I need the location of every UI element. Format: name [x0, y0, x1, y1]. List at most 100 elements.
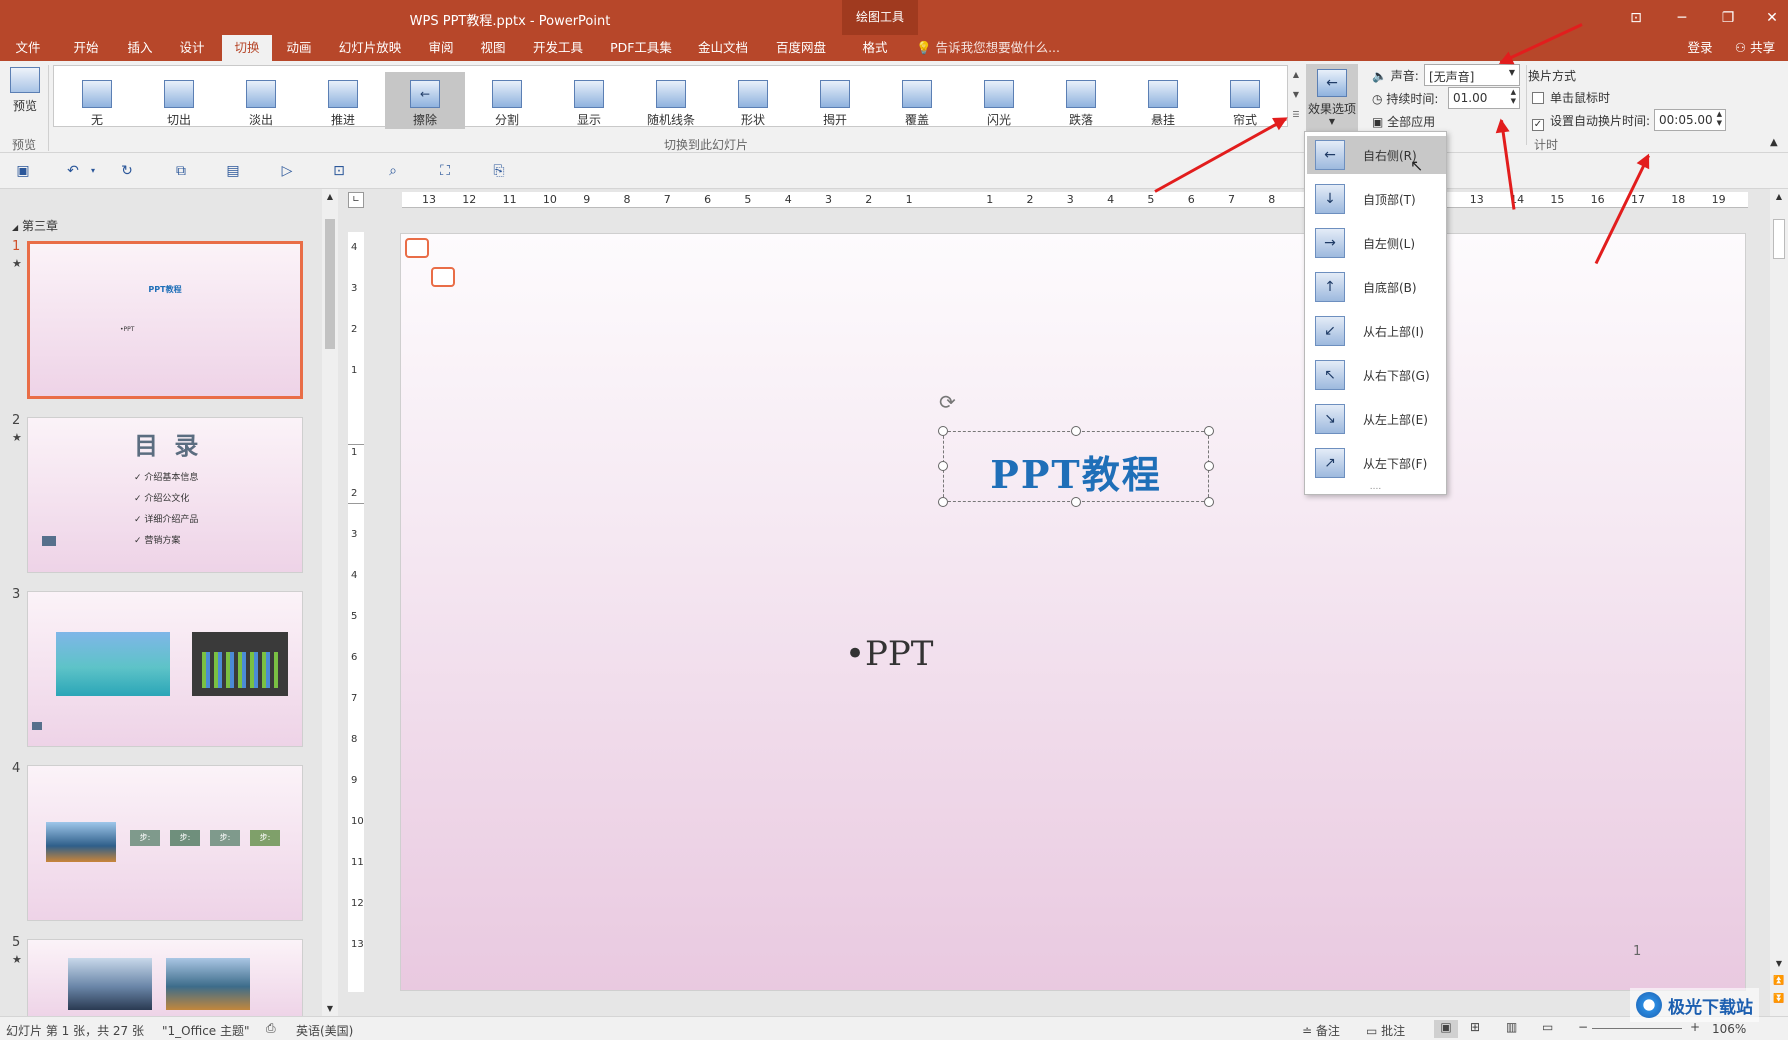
layout-icon[interactable]: ▤: [224, 162, 242, 180]
next-slide-icon[interactable]: ⏬: [1770, 994, 1788, 1004]
undo-icon[interactable]: ↶: [64, 162, 82, 180]
resize-handle-tl[interactable]: [938, 426, 948, 436]
tab-kingsoft-docs[interactable]: 金山文档: [690, 35, 756, 61]
gallery-up-icon[interactable]: ▲: [1288, 65, 1304, 85]
after-time-checkbox[interactable]: ✓ 设置自动换片时间:: [1532, 112, 1650, 131]
language-indicator[interactable]: 英语(美国): [296, 1022, 353, 1039]
scroll-thumb[interactable]: [1773, 219, 1785, 259]
gallery-down-icon[interactable]: ▼: [1288, 85, 1304, 105]
slide-thumbnail-4[interactable]: 步: 步: 步: 步:: [27, 765, 303, 921]
menu-item-from-right[interactable]: ← 自右侧(R): [1307, 136, 1446, 174]
thumbnails-scrollbar[interactable]: ▲ ▼: [322, 189, 338, 1016]
share-button[interactable]: ⚇ 共享: [1728, 35, 1782, 61]
transition-reveal[interactable]: 显示: [549, 72, 629, 129]
effect-options-button[interactable]: ← 效果选项 ▼: [1306, 64, 1358, 136]
start-slideshow-icon[interactable]: ▷: [278, 162, 296, 180]
reading-view-icon[interactable]: ▥: [1506, 1020, 1517, 1034]
title-textbox[interactable]: PPT教程: [943, 431, 1209, 502]
transition-flash[interactable]: 闪光: [959, 72, 1039, 129]
tab-home[interactable]: 开始: [64, 35, 108, 61]
on-click-checkbox[interactable]: 单击鼠标时: [1532, 89, 1610, 106]
scroll-up-icon[interactable]: ▲: [322, 189, 338, 201]
slide-bullet[interactable]: •PPT: [845, 634, 934, 674]
resize-handle-bl[interactable]: [938, 497, 948, 507]
transition-wipe[interactable]: ← 擦除: [385, 72, 465, 129]
resize-handle-right[interactable]: [1204, 461, 1214, 471]
restore-button[interactable]: ❐: [1706, 0, 1750, 35]
undo-dropdown-icon[interactable]: ▾: [84, 162, 102, 180]
comment-icon[interactable]: [431, 267, 455, 287]
transition-random-bars[interactable]: 随机线条: [631, 72, 711, 129]
scroll-up-icon[interactable]: ▲: [1770, 189, 1788, 201]
tab-review[interactable]: 审阅: [418, 35, 464, 61]
resize-handle-left[interactable]: [938, 461, 948, 471]
slide-thumbnail-5[interactable]: [27, 939, 303, 1019]
comment-icon[interactable]: [405, 238, 429, 258]
close-button[interactable]: ✕: [1750, 0, 1788, 35]
spelling-check-icon[interactable]: ⎙: [266, 1021, 276, 1036]
tab-format[interactable]: 格式: [848, 35, 902, 61]
transition-split[interactable]: 分割: [467, 72, 547, 129]
tell-me-search[interactable]: 💡 告诉我您想要做什么...: [916, 35, 1066, 61]
after-time-spinner[interactable]: 00:05.00 ▲ ▼: [1654, 109, 1726, 131]
scroll-down-icon[interactable]: ▼: [1770, 959, 1788, 968]
scroll-down-icon[interactable]: ▼: [322, 1004, 338, 1013]
transition-none[interactable]: 无: [57, 72, 137, 129]
tab-stop-selector[interactable]: ∟: [348, 192, 364, 208]
tab-slideshow[interactable]: 幻灯片放映: [332, 35, 408, 61]
transition-fall-over[interactable]: 跌落: [1041, 72, 1121, 129]
tab-pdf-tools[interactable]: PDF工具集: [604, 35, 678, 61]
resize-handle-br[interactable]: [1204, 497, 1214, 507]
slide-title[interactable]: PPT教程: [944, 444, 1208, 499]
transition-push[interactable]: 推进: [303, 72, 383, 129]
menu-item-from-bottom-left[interactable]: ↗ 从左下部(F): [1307, 444, 1446, 482]
menu-item-from-left[interactable]: → 自左侧(L): [1307, 224, 1446, 262]
rotate-handle-icon[interactable]: ⟳: [939, 390, 956, 414]
menu-resize-grip[interactable]: ....: [1305, 482, 1446, 492]
zoom-level[interactable]: 106%: [1712, 1022, 1746, 1036]
resize-handle-tr[interactable]: [1204, 426, 1214, 436]
zoom-slider[interactable]: [1592, 1028, 1682, 1029]
previous-slide-icon[interactable]: ⏫: [1770, 976, 1788, 986]
spin-arrows-icon[interactable]: ▲ ▼: [1717, 110, 1722, 128]
save-icon[interactable]: ▣: [14, 162, 32, 180]
picture-icon[interactable]: ⛶: [436, 162, 454, 180]
zoom-in-icon[interactable]: +: [1690, 1020, 1700, 1034]
tab-transitions[interactable]: 切换: [222, 35, 272, 61]
slide-thumbnail-2[interactable]: 目 录 ✓ 介绍基本信息 ✓ 介绍公文化 ✓ 详细介绍产品 ✓ 营销方案: [27, 417, 303, 573]
zoom-preview-icon[interactable]: ⌕: [384, 162, 402, 180]
slide-sorter-icon[interactable]: ⊞: [1470, 1020, 1480, 1034]
apply-all-button[interactable]: ▣ 全部应用: [1372, 113, 1435, 130]
resize-handle-top[interactable]: [1071, 426, 1081, 436]
scroll-thumb[interactable]: [325, 219, 335, 349]
menu-item-from-bottom[interactable]: ↑ 自底部(B): [1307, 268, 1446, 306]
new-slide-icon[interactable]: ⧉: [172, 162, 190, 180]
gallery-scroll[interactable]: ▲ ▼ ☰: [1287, 65, 1304, 127]
menu-item-from-top[interactable]: ↓ 自顶部(T): [1307, 180, 1446, 218]
preview-button[interactable]: 预览: [6, 65, 44, 121]
tab-baidu-pan[interactable]: 百度网盘: [768, 35, 834, 61]
normal-view-icon[interactable]: ▣: [1434, 1020, 1458, 1038]
menu-item-from-top-right[interactable]: ↙ 从右上部(I): [1307, 312, 1446, 350]
transition-drape[interactable]: 悬挂: [1123, 72, 1203, 129]
tab-developer[interactable]: 开发工具: [526, 35, 590, 61]
tab-animations[interactable]: 动画: [276, 35, 322, 61]
transition-cut[interactable]: 切出: [139, 72, 219, 129]
presenter-icon[interactable]: ⊡: [330, 162, 348, 180]
redo-icon[interactable]: ↻: [118, 162, 136, 180]
transition-cover[interactable]: 覆盖: [877, 72, 957, 129]
slide-thumbnail-3[interactable]: [27, 591, 303, 747]
tab-file[interactable]: 文件: [6, 35, 50, 61]
menu-item-from-top-left[interactable]: ↘ 从左上部(E): [1307, 400, 1446, 438]
minimize-button[interactable]: ─: [1660, 0, 1704, 35]
screenshot-icon[interactable]: ⎘: [490, 162, 508, 180]
transition-fade[interactable]: 淡出: [221, 72, 301, 129]
menu-item-from-bottom-right[interactable]: ↖ 从右下部(G): [1307, 356, 1446, 394]
spin-arrows-icon[interactable]: ▲ ▼: [1511, 88, 1516, 106]
canvas-scrollbar[interactable]: ▲ ▼ ⏫ ⏬: [1770, 189, 1788, 1016]
tab-design[interactable]: 设计: [170, 35, 214, 61]
duration-spinner[interactable]: 01.00 ▲ ▼: [1448, 87, 1520, 109]
transition-uncover[interactable]: 揭开: [795, 72, 875, 129]
ribbon-display-options-button[interactable]: ⊡: [1614, 0, 1658, 35]
zoom-out-icon[interactable]: −: [1578, 1020, 1588, 1034]
